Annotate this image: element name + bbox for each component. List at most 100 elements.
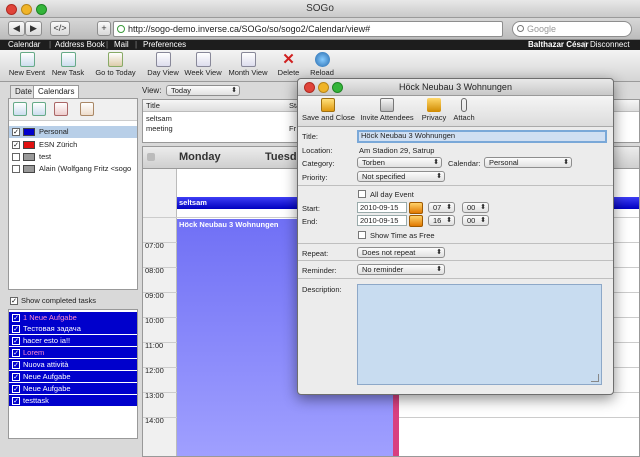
event-list-row[interactable]: seltsam <box>146 114 172 124</box>
day-tuesday[interactable]: Tuesd <box>265 151 297 163</box>
save-icon <box>321 98 335 112</box>
remove-calendar-icon[interactable] <box>54 102 68 116</box>
calendar-select[interactable]: Personal ⬍ <box>484 157 572 168</box>
menu-preferences[interactable]: Preferences <box>143 40 186 50</box>
zoom-window-button[interactable] <box>36 4 47 15</box>
calendar-actions <box>9 99 137 121</box>
description-textarea[interactable] <box>357 284 602 385</box>
end-date-input[interactable]: 2010-09-15 <box>357 215 407 226</box>
task-item[interactable]: ✓ Nuova attività <box>9 359 137 370</box>
start-date-input[interactable]: 2010-09-15 <box>357 202 407 213</box>
reload-button[interactable]: Reload <box>308 51 336 81</box>
disconnect-link[interactable]: Disconnect <box>590 40 630 50</box>
task-item[interactable]: ✓ testtask <box>9 395 137 406</box>
paperclip-icon <box>461 98 467 112</box>
close-window-button[interactable] <box>6 4 17 15</box>
show-as-free-checkbox[interactable] <box>358 231 366 239</box>
end-date-picker-icon[interactable] <box>409 215 423 227</box>
privacy-button[interactable]: Privacy <box>421 98 447 122</box>
day-monday[interactable]: Monday <box>179 151 221 163</box>
task-checkbox[interactable]: ✓ <box>12 324 20 333</box>
week-view-button[interactable]: Week View <box>184 51 222 81</box>
task-checkbox[interactable]: ✓ <box>12 384 20 393</box>
show-completed-checkbox[interactable]: ✓ <box>10 297 18 305</box>
dialog-divider <box>298 243 613 244</box>
calendar-properties-icon[interactable] <box>80 102 94 116</box>
repeat-select[interactable]: Does not repeat ⬍ <box>357 247 445 258</box>
dialog-zoom-button[interactable] <box>332 82 343 93</box>
menu-separator: | <box>584 40 587 49</box>
dialog-minimize-button[interactable] <box>318 82 329 93</box>
task-checkbox[interactable]: ✓ <box>12 348 20 357</box>
task-item[interactable]: ✓ 1 Neue Aufgabe <box>9 312 137 323</box>
location-value[interactable]: Am Stadion 29, Satrup <box>359 146 434 155</box>
category-select[interactable]: Torben ⬍ <box>357 157 442 168</box>
start-minute-select[interactable]: 00 ⬍ <box>462 202 489 213</box>
add-calendar-icon[interactable] <box>13 102 27 116</box>
task-checkbox[interactable]: ✓ <box>12 313 20 322</box>
attach-button[interactable]: Attach <box>451 98 477 122</box>
day-view-button[interactable]: Day View <box>146 51 180 81</box>
nav-prev-icon[interactable] <box>147 153 155 161</box>
select-arrow-icon: ⬍ <box>436 173 442 180</box>
task-checkbox[interactable]: ✓ <box>12 396 20 405</box>
priority-select[interactable]: Not specified ⬍ <box>357 171 445 182</box>
calendar-item-personal[interactable]: ✓ Personal <box>9 126 137 138</box>
view-select[interactable]: Today ⬍ <box>166 85 240 96</box>
view-source-button[interactable]: </> <box>50 21 70 36</box>
task-item[interactable]: ✓ Neue Aufgabe <box>9 371 137 382</box>
end-minute-select[interactable]: 00 ⬍ <box>462 215 489 226</box>
dialog-titlebar[interactable]: Höck Neubau 3 Wohnungen <box>298 79 613 96</box>
go-to-today-button[interactable]: Go to Today <box>93 51 138 81</box>
calendar-item-test[interactable]: test <box>9 151 137 163</box>
address-book-icon <box>380 98 394 112</box>
delete-icon: ✕ <box>282 51 295 68</box>
menu-calendar[interactable]: Calendar <box>8 40 40 50</box>
menu-address-book[interactable]: Address Book <box>55 40 105 50</box>
task-title: Neue Aufgabe <box>23 372 71 381</box>
column-header-title[interactable]: Title <box>146 100 160 112</box>
show-completed-tasks[interactable]: ✓ Show completed tasks <box>8 294 138 308</box>
task-item[interactable]: ✓ Тестовая задача <box>9 323 137 334</box>
add-bookmark-button[interactable]: + <box>97 21 111 36</box>
minimize-window-button[interactable] <box>21 4 32 15</box>
reminder-select[interactable]: No reminder ⬍ <box>357 264 445 275</box>
dialog-close-button[interactable] <box>304 82 315 93</box>
title-input[interactable]: Höck Neubau 3 Wohnungen <box>357 130 607 143</box>
start-hour-select[interactable]: 07 ⬍ <box>428 202 455 213</box>
invite-attendees-button[interactable]: Invite Attendees <box>359 98 415 122</box>
allday-checkbox[interactable] <box>358 190 366 198</box>
week-view-label: Week View <box>184 68 222 77</box>
task-item[interactable]: ✓ Neue Aufgabe <box>9 383 137 394</box>
start-date-picker-icon[interactable] <box>409 202 423 214</box>
new-task-button[interactable]: New Task <box>50 51 86 81</box>
search-input[interactable]: Google <box>512 21 632 37</box>
delete-button[interactable]: ✕ Delete <box>276 51 301 81</box>
subscribe-calendar-icon[interactable] <box>32 102 46 116</box>
month-view-button[interactable]: Month View <box>227 51 269 81</box>
save-and-close-button[interactable]: Save and Close <box>302 98 355 122</box>
url-input[interactable]: http://sogo-demo.inverse.ca/SOGo/so/sogo… <box>113 21 503 37</box>
calendar-item-alain[interactable]: Alain (Wolfgang Fritz <sogo <box>9 163 137 175</box>
new-task-icon <box>60 52 76 67</box>
new-event-button[interactable]: New Event <box>8 51 46 81</box>
task-checkbox[interactable]: ✓ <box>12 336 20 345</box>
end-hour-select[interactable]: 16 ⬍ <box>428 215 455 226</box>
back-button[interactable]: ◀ <box>8 21 25 36</box>
calendar-checkbox[interactable] <box>12 165 20 173</box>
forward-icon: ▶ <box>30 23 37 33</box>
task-item[interactable]: ✓ hacer esto ia!! <box>9 335 137 346</box>
resize-handle-icon[interactable] <box>591 374 599 382</box>
calendar-checkbox[interactable]: ✓ <box>12 141 20 149</box>
attach-label: Attach <box>453 113 475 122</box>
calendar-checkbox[interactable] <box>12 153 20 161</box>
calendar-item-esn-zurich[interactable]: ✓ ESN Zürich <box>9 139 137 151</box>
calendar-checkbox[interactable]: ✓ <box>12 128 20 136</box>
event-list-row[interactable]: meeting <box>146 124 173 134</box>
forward-button[interactable]: ▶ <box>25 21 42 36</box>
task-item[interactable]: ✓ Lorem <box>9 347 137 358</box>
menu-mail[interactable]: Mail <box>114 40 129 50</box>
task-checkbox[interactable]: ✓ <box>12 360 20 369</box>
tab-calendars[interactable]: Calendars <box>33 85 80 98</box>
task-checkbox[interactable]: ✓ <box>12 372 20 381</box>
